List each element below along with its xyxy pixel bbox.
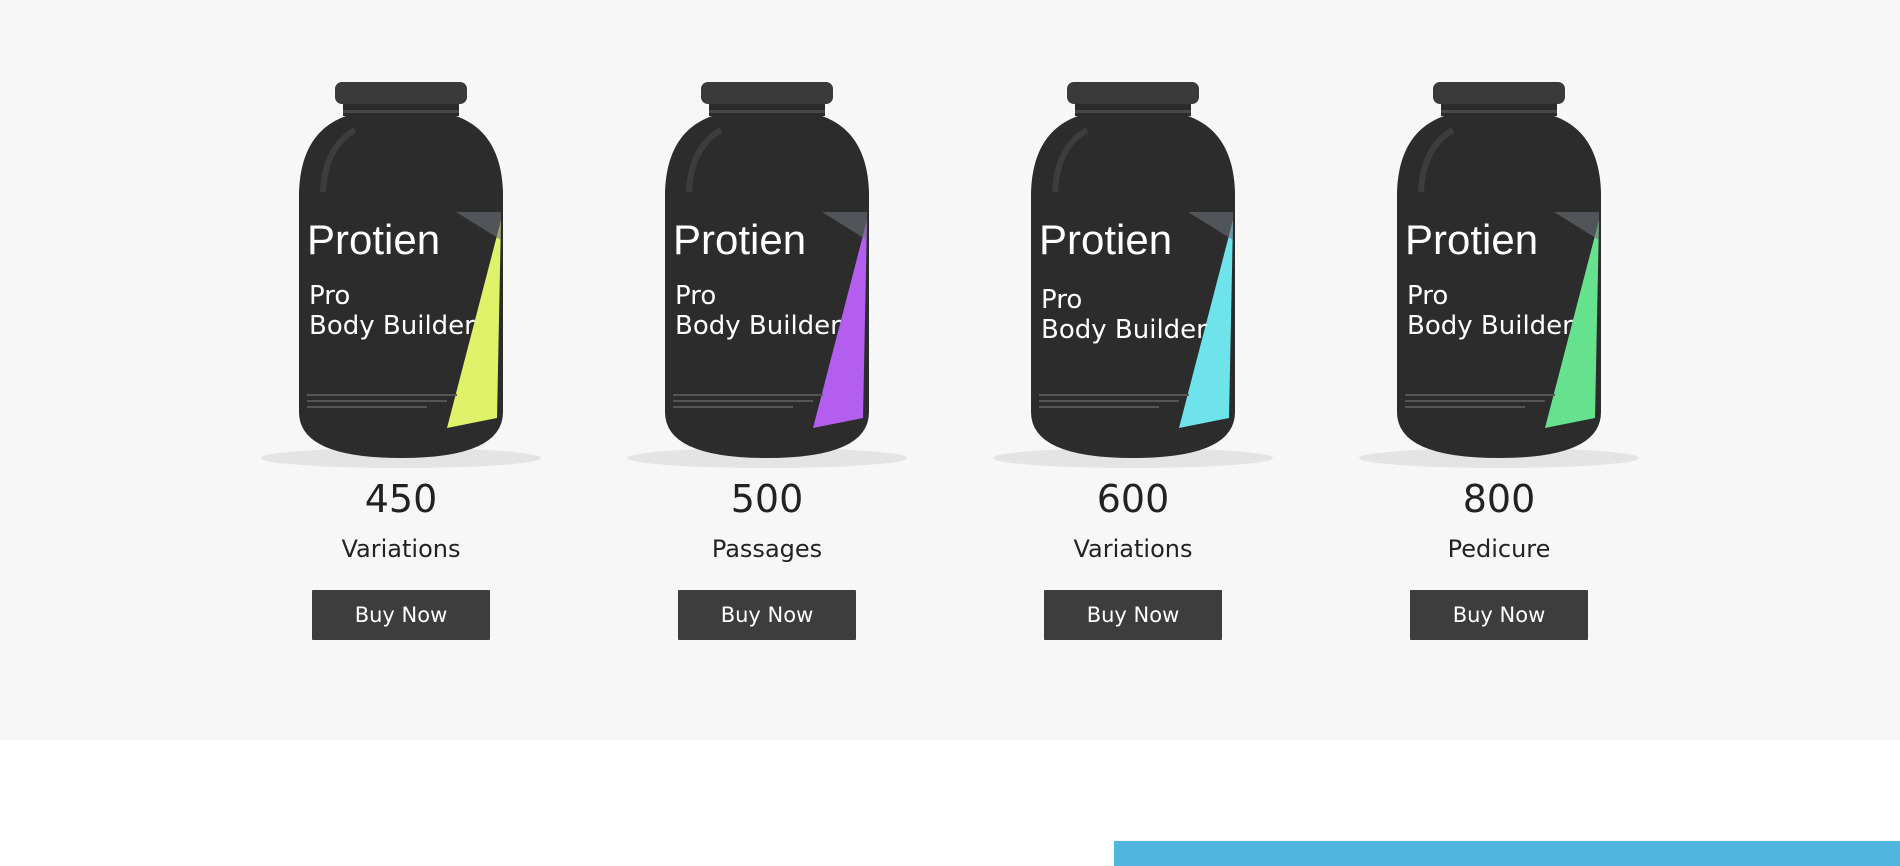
protein-jar-image: Protien Pro Body Builder bbox=[627, 82, 907, 468]
product-card: Protien Pro Body Builder 450 Variations … bbox=[251, 72, 551, 652]
product-name: Pedicure bbox=[1447, 535, 1551, 563]
product-count: 450 bbox=[364, 477, 438, 521]
jar-brand-text: Protien bbox=[673, 216, 806, 263]
product-count: 500 bbox=[730, 477, 804, 521]
buy-now-button[interactable]: Buy Now bbox=[678, 590, 856, 640]
protein-jar-image: Protien Pro Body Builder bbox=[1359, 82, 1639, 468]
jar-brand-text: Protien bbox=[1405, 216, 1538, 263]
products-section: Protien Pro Body Builder 450 Variations … bbox=[0, 0, 1900, 740]
jar-brand-text: Protien bbox=[1039, 216, 1172, 263]
product-count: 800 bbox=[1462, 477, 1536, 521]
accent-bar bbox=[1114, 841, 1900, 866]
jar-line1-text: Pro bbox=[1041, 285, 1082, 315]
jar-line2-text: Body Builder bbox=[675, 311, 841, 341]
protein-jar-image: Protien Pro Body Builder bbox=[261, 82, 541, 468]
jar-line1-text: Pro bbox=[1407, 281, 1448, 311]
product-name: Variations bbox=[1073, 535, 1193, 563]
jar-line2-text: Body Builder bbox=[1041, 315, 1207, 345]
jar-line1-text: Pro bbox=[309, 281, 350, 311]
buy-now-button[interactable]: Buy Now bbox=[1410, 590, 1588, 640]
product-card: Protien Pro Body Builder 500 Passages Bu… bbox=[617, 72, 917, 652]
product-card: Protien Pro Body Builder 800 Pedicure Bu… bbox=[1349, 72, 1649, 652]
buy-now-button[interactable]: Buy Now bbox=[312, 590, 490, 640]
product-name: Passages bbox=[711, 535, 823, 563]
jar-line2-text: Body Builder bbox=[309, 311, 475, 341]
jar-line2-text: Body Builder bbox=[1407, 311, 1573, 341]
jar-brand-text: Protien bbox=[307, 216, 440, 263]
product-name: Variations bbox=[341, 535, 461, 563]
product-count: 600 bbox=[1096, 477, 1170, 521]
protein-jar-image: Protien Pro Body Builder bbox=[993, 82, 1273, 468]
jar-line1-text: Pro bbox=[675, 281, 716, 311]
buy-now-button[interactable]: Buy Now bbox=[1044, 590, 1222, 640]
product-card: Protien Pro Body Builder 600 Variations … bbox=[983, 72, 1283, 652]
